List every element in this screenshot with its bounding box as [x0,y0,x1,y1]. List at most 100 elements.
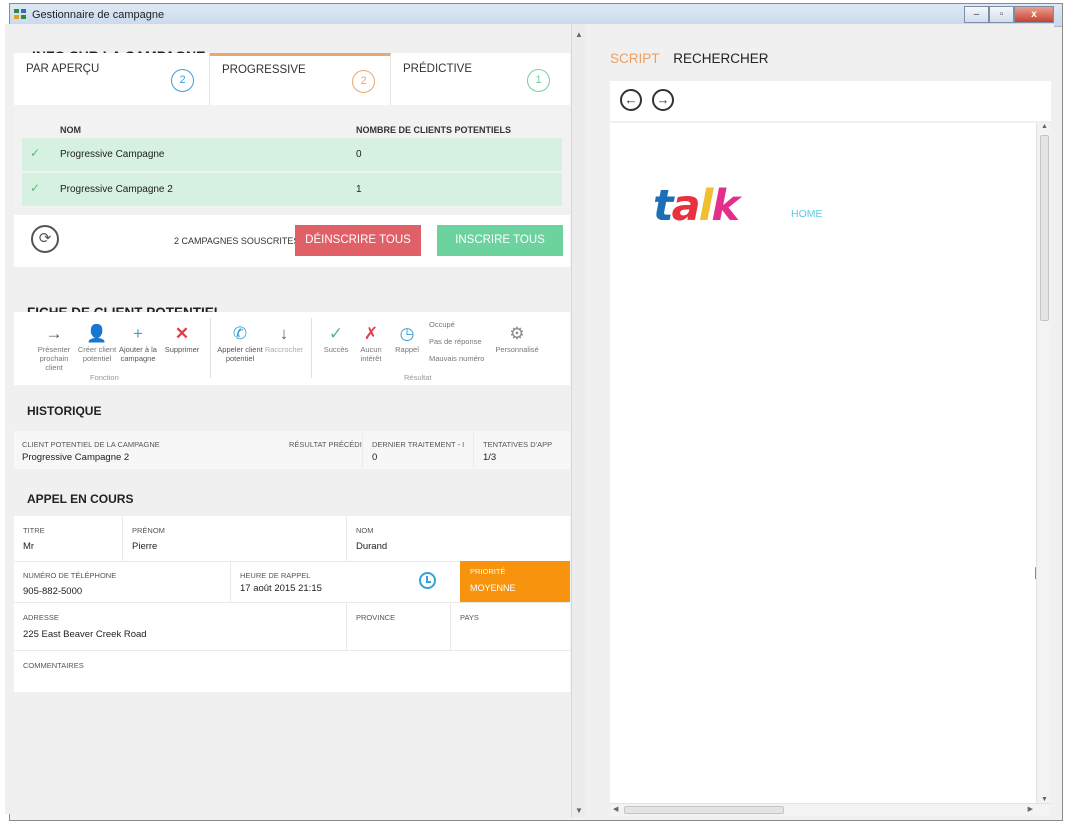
scroll-up-icon[interactable]: ▲ [1041,123,1048,130]
add-to-campaign-button[interactable]: + Ajouter à la campagne [115,323,161,363]
close-button[interactable]: x [1014,6,1054,23]
tool-label: Supprimer [164,345,200,354]
scroll-right-icon[interactable]: ▶ [1028,805,1033,813]
address-field[interactable]: 225 East Beaver Creek Road [23,629,147,640]
phone-label: NUMÉRO DE TÉLÉPHONE [23,571,117,580]
logo-letter: l [698,181,714,231]
back-arrow-icon[interactable]: ← [620,89,642,111]
firstname-field[interactable]: Pierre [132,541,157,552]
phone-icon: ✆ [232,324,248,343]
tool-label: Appeler client [217,345,263,354]
script-browser: talk HOME ▲ ▼ ◀ ▶ [610,123,1051,816]
lastname-field[interactable]: Durand [356,541,387,552]
hangup-button[interactable]: ↓ Raccrocher [263,323,305,354]
success-button[interactable]: ✓ Succès [318,323,354,354]
scroll-down-icon[interactable]: ▼ [575,806,583,815]
minimize-button[interactable]: – [964,6,989,23]
right-pane: SCRIPT RECHERCHER ← → talk HOME ▲ ▼ ◀ ▶ [586,24,1054,817]
history-table: CLIENT POTENTIEL DE LA CAMPAGNE RÉSULTAT… [14,431,570,469]
priority-label: PRIORITÉ [470,567,506,576]
result-option-busy[interactable]: Occupé [429,320,455,329]
column-header: CLIENT POTENTIEL DE LA CAMPAGNE [22,440,160,449]
arrow-right-icon: → [45,324,63,343]
app-icon [14,9,28,21]
tool-label: prochain client [39,354,69,372]
clock-icon[interactable] [419,572,436,589]
logo-letter: k [711,181,740,231]
campaign-actions-bar: ⟳ 2 CAMPAGNES SOUSCRITES DÉINSCRIRE TOUS… [14,215,570,267]
refresh-icon[interactable]: ⟳ [31,225,59,253]
priority-badge[interactable]: PRIORITÉ MOYENNE [460,561,570,602]
lastname-label: NOM [356,526,374,535]
no-interest-button[interactable]: ✗ Aucun intérêt [354,323,388,363]
column-header: RÉSULTAT PRÉCÉDI [289,440,362,449]
tab-predictive[interactable]: PRÉDICTIVE 1 [391,53,570,105]
tool-label: campagne [120,354,156,363]
campaign-type-tabs: PAR APERÇU 2 PROGRESSIVE 2 PRÉDICTIVE 1 [14,53,570,105]
tool-label: potentiel [225,354,255,363]
tab-par-apercu[interactable]: PAR APERÇU 2 [14,53,210,105]
subscribe-all-button[interactable]: INSCRIRE TOUS [437,225,563,256]
unsubscribe-all-button[interactable]: DÉINSCRIRE TOUS [295,225,421,256]
vertical-scrollbar[interactable]: ▲ ▼ [1036,123,1051,803]
column-header: DERNIER TRAITEMENT - I [372,440,465,449]
clock-icon: ◷ [399,324,415,343]
logo-letter: t [653,181,674,231]
custom-button[interactable]: ⚙ Personnalisé [494,323,540,354]
divider [473,433,474,467]
tool-label: Succès [323,345,349,354]
campaign-table: NOM NOMBRE DE CLIENTS POTENTIELS ✓ Progr… [14,105,570,208]
priority-value: MOYENNE [470,583,516,593]
horizontal-scrollbar[interactable]: ◀ ▶ [610,803,1051,816]
tab-count-badge: 2 [171,69,194,92]
column-header-leads: NOMBRE DE CLIENTS POTENTIELS [356,125,512,135]
tab-label: PAR APERÇU [26,63,100,75]
result-option-wrong-number[interactable]: Mauvais numéro [429,354,484,363]
tab-progressive[interactable]: PROGRESSIVE 2 [210,53,391,105]
firstname-label: PRÉNOM [132,526,165,535]
scroll-left-icon[interactable]: ◀ [613,805,618,813]
vertical-scroll-thumb[interactable] [1040,135,1049,321]
tab-search[interactable]: RECHERCHER [673,51,768,66]
column-header: TENTATIVES D'APP [483,440,553,449]
tab-label: PRÉDICTIVE [403,63,473,75]
scroll-up-icon[interactable]: ▲ [575,30,583,39]
tab-script[interactable]: SCRIPT [610,51,660,66]
divider [450,602,451,650]
forward-arrow-icon[interactable]: → [652,89,674,111]
present-next-button[interactable]: → Présenter prochain client [32,323,76,372]
call-lead-button[interactable]: ✆ Appeler client potentiel [217,323,263,363]
delete-button[interactable]: ✕ Supprimer [161,323,203,354]
divider [311,318,312,378]
function-group-label: Fonction [90,373,119,382]
lead-count: 1 [356,184,362,195]
no-interest-icon: ✗ [363,324,379,343]
province-label: PROVINCE [356,613,396,622]
horizontal-scroll-thumb[interactable] [624,806,784,814]
comments-label: COMMENTAIRES [23,661,84,670]
logo-letter: a [671,181,701,231]
pane-splitter[interactable]: ▲ ▼ [571,24,586,817]
result-option-no-answer[interactable]: Pas de réponse [429,337,482,346]
tool-label: Raccrocher [264,345,304,354]
home-link[interactable]: HOME [791,208,823,220]
phone-field[interactable]: 905-882-5000 [23,586,82,597]
talk-logo: talk [653,181,740,231]
tool-label: Créer client [77,345,117,354]
lead-toolbar: → Présenter prochain client 👤 Créer clie… [14,312,570,385]
divider [14,602,570,603]
check-icon: ✓ [30,181,41,195]
maximize-button[interactable]: ▫ [989,6,1014,23]
history-title: HISTORIQUE [27,404,102,418]
table-row[interactable]: ✓ Progressive Campagne 0 [22,138,562,171]
check-icon: ✓ [328,324,344,343]
title-field[interactable]: Mr [23,541,34,552]
create-lead-button[interactable]: 👤 Créer client potentiel [77,323,117,363]
callback-time-field[interactable]: 17 août 2015 21:15 [240,583,322,594]
table-row[interactable]: ✓ Progressive Campagne 2 1 [22,173,562,206]
scroll-down-icon[interactable]: ▼ [1041,796,1048,803]
right-tabs: SCRIPT RECHERCHER [610,51,769,66]
callback-button[interactable]: ◷ Rappel [390,323,424,354]
person-icon: 👤 [86,324,108,343]
divider [14,650,570,651]
